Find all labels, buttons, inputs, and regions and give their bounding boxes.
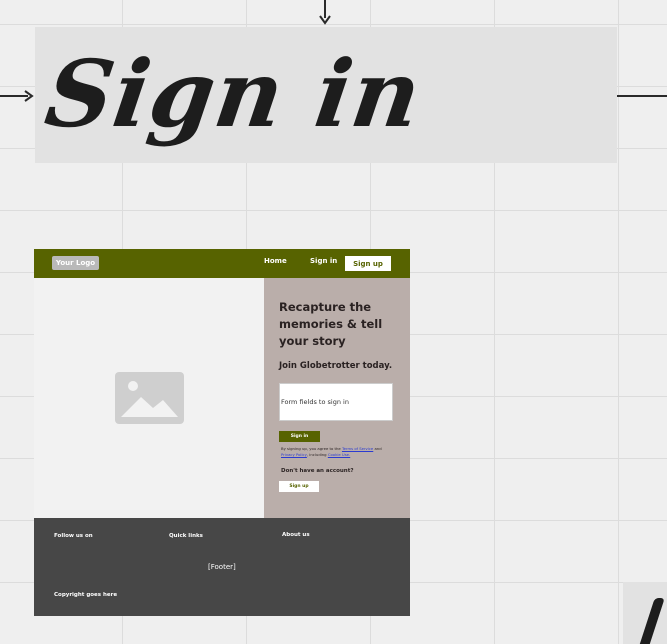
title-card: Sign in [35, 27, 617, 163]
footer-copyright: Copyright goes here [54, 592, 118, 598]
footer-about[interactable]: About us [282, 532, 310, 538]
footer-follow: Follow us on [54, 533, 93, 539]
footer: Follow us on Quick links About us [Foote… [34, 518, 410, 616]
top-nav: Your Logo Home Sign in Sign up [34, 249, 410, 278]
hero-image [34, 278, 264, 518]
no-account-text: Don't have an account? [281, 468, 354, 474]
nav-signup-button[interactable]: Sign up [345, 256, 391, 271]
footer-quick-links[interactable]: Quick links [169, 533, 203, 539]
signin-panel: Recapture the memories & tell your story… [264, 278, 410, 518]
image-placeholder-icon [115, 372, 184, 424]
nav-home-link[interactable]: Home [264, 257, 287, 265]
arrow-right-icon [24, 90, 34, 102]
logo[interactable]: Your Logo [52, 256, 99, 270]
page-title: Sign in [39, 40, 429, 148]
terms-text: By signing up, you agree to the Terms of… [281, 446, 393, 458]
terms-link[interactable]: Terms of Service [342, 446, 373, 451]
partial-card-glyph [635, 598, 665, 644]
terms-prefix: By signing up, you agree to the [281, 446, 341, 451]
terms-including: , including [306, 452, 327, 457]
partial-card [623, 582, 667, 644]
arrow-down-icon [319, 15, 331, 25]
nav-signin-link[interactable]: Sign in [310, 257, 337, 265]
panel-headline: Recapture the memories & tell your story [279, 300, 383, 348]
signin-button[interactable]: Sign in [279, 431, 320, 442]
connector-right [617, 95, 667, 97]
signin-form-fields[interactable]: Form fields to sign in [279, 383, 393, 421]
privacy-link[interactable]: Privacy Policy [281, 452, 307, 457]
signup-button[interactable]: Sign up [279, 481, 319, 492]
cookie-link[interactable]: Cookie Use. [328, 452, 350, 457]
footer-placeholder: [Footer] [208, 563, 236, 571]
panel-subhead: Join Globetrotter today. [279, 361, 393, 371]
signin-mockup: Your Logo Home Sign in Sign up Recapture… [34, 249, 410, 616]
terms-and: and [374, 446, 382, 451]
